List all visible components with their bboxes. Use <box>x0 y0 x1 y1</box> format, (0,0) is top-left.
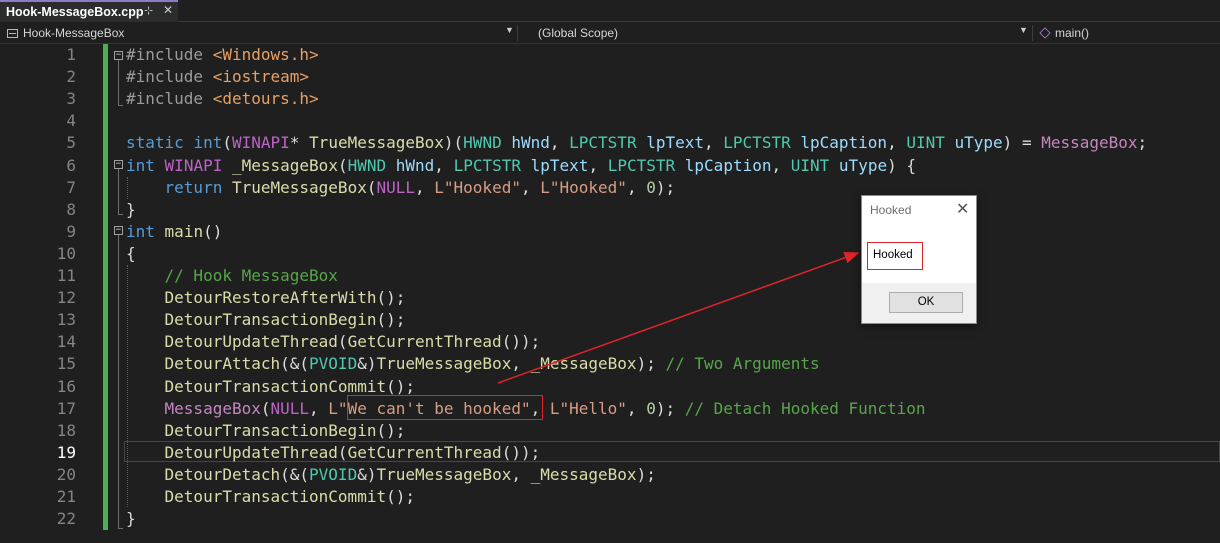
line-number: 12 <box>56 288 76 308</box>
code-line[interactable]: DetourUpdateThread(GetCurrentThread()); <box>126 331 541 353</box>
code-line[interactable]: DetourTransactionBegin(); <box>126 420 406 442</box>
fold-toggle-icon[interactable]: − <box>114 226 123 235</box>
nav-divider <box>1032 25 1033 41</box>
line-number: 1 <box>66 45 76 64</box>
scope-name: (Global Scope) <box>538 26 619 40</box>
code-line[interactable]: DetourTransactionCommit(); <box>126 486 415 508</box>
line-number: 4 <box>66 111 76 131</box>
line-number: 19 <box>56 442 76 462</box>
nav-divider <box>517 25 518 41</box>
code-line[interactable]: } <box>126 199 136 221</box>
code-line[interactable]: int main() <box>126 221 222 243</box>
annotation-highlight-box <box>347 395 543 420</box>
fold-line <box>118 60 119 105</box>
line-number: 7 <box>66 177 76 197</box>
dialog-footer: OK <box>862 283 976 323</box>
line-number: 18 <box>56 420 76 440</box>
line-number: 3 <box>66 89 76 109</box>
line-number: 2 <box>66 67 76 87</box>
line-number: 17 <box>56 398 76 418</box>
chevron-down-icon[interactable]: ▼ <box>1019 25 1028 35</box>
line-number: 6 <box>66 155 76 175</box>
navigation-bar: Hook-MessageBox ▼ (Global Scope) ▼ main(… <box>0 23 1220 44</box>
code-line[interactable]: return TrueMessageBox(NULL, L"Hooked", L… <box>126 177 676 199</box>
code-line[interactable]: #include <iostream> <box>126 66 309 88</box>
code-line[interactable]: DetourDetach(&(PVOID&)TrueMessageBox, _M… <box>126 464 656 486</box>
code-line[interactable]: } <box>126 508 136 530</box>
line-number: 14 <box>56 332 76 352</box>
dialog-message: Hooked <box>867 242 923 270</box>
line-number: 5 <box>66 133 76 153</box>
tab-strip: Hook-MessageBox.cpp ⊹ ✕ <box>0 0 1220 22</box>
change-tracking-bar <box>103 44 108 530</box>
code-line[interactable]: DetourUpdateThread(GetCurrentThread()); <box>126 442 541 464</box>
code-line[interactable]: { <box>126 243 136 265</box>
fold-line <box>118 528 123 529</box>
chevron-down-icon[interactable]: ▼ <box>505 25 514 35</box>
fold-line <box>118 235 119 528</box>
scope-dropdown[interactable]: (Global Scope) <box>538 23 618 43</box>
line-number: 15 <box>56 354 76 374</box>
code-line[interactable]: #include <Windows.h> <box>126 44 319 66</box>
dialog-body: Hooked <box>862 226 976 283</box>
line-number: 13 <box>56 310 76 330</box>
code-line[interactable]: static int(WINAPI* TrueMessageBox)(HWND … <box>126 132 1147 154</box>
tab-title: Hook-MessageBox.cpp <box>6 5 144 19</box>
fold-line <box>118 169 119 214</box>
line-number: 22 <box>56 509 76 529</box>
project-dropdown[interactable]: Hook-MessageBox <box>7 23 124 43</box>
line-number: 16 <box>56 376 76 396</box>
method-cube-icon <box>1039 27 1051 39</box>
messagebox-dialog: Hooked ✕ Hooked OK <box>861 195 977 324</box>
tab-hook-messagebox-cpp[interactable]: Hook-MessageBox.cpp ⊹ ✕ <box>0 0 178 22</box>
member-dropdown[interactable]: main() <box>1039 23 1090 43</box>
fold-line <box>118 105 123 106</box>
fold-toggle-icon[interactable]: − <box>114 160 123 169</box>
ok-button[interactable]: OK <box>889 292 963 313</box>
project-icon <box>7 28 18 38</box>
code-line[interactable]: DetourTransactionBegin(); <box>126 309 406 331</box>
code-line[interactable]: // Hook MessageBox <box>126 265 338 287</box>
member-name: main() <box>1055 26 1090 40</box>
fold-line <box>118 214 123 215</box>
line-number: 20 <box>56 464 76 484</box>
code-line[interactable]: #include <detours.h> <box>126 88 319 110</box>
line-number: 10 <box>56 243 76 263</box>
close-icon[interactable]: ✕ <box>956 199 969 219</box>
code-line[interactable]: DetourAttach(&(PVOID&)TrueMessageBox, _M… <box>126 353 820 375</box>
dialog-title: Hooked <box>870 203 912 217</box>
code-line[interactable]: int WINAPI _MessageBox(HWND hWnd, LPCTST… <box>126 155 916 177</box>
line-number: 11 <box>56 266 76 285</box>
close-icon[interactable]: ✕ <box>163 3 173 17</box>
line-number: 21 <box>56 487 76 506</box>
project-name: Hook-MessageBox <box>23 26 125 40</box>
pin-icon[interactable]: ⊹ <box>144 4 153 17</box>
line-number-gutter: 1 2 3 4 5 6 7 8 9 10 11 12 13 14 15 16 17 18 19 20 21 22 <box>0 44 102 543</box>
line-number: 8 <box>66 199 76 219</box>
line-number: 9 <box>66 221 76 241</box>
code-line[interactable]: DetourRestoreAfterWith(); <box>126 287 406 309</box>
fold-toggle-icon[interactable]: − <box>114 51 123 60</box>
